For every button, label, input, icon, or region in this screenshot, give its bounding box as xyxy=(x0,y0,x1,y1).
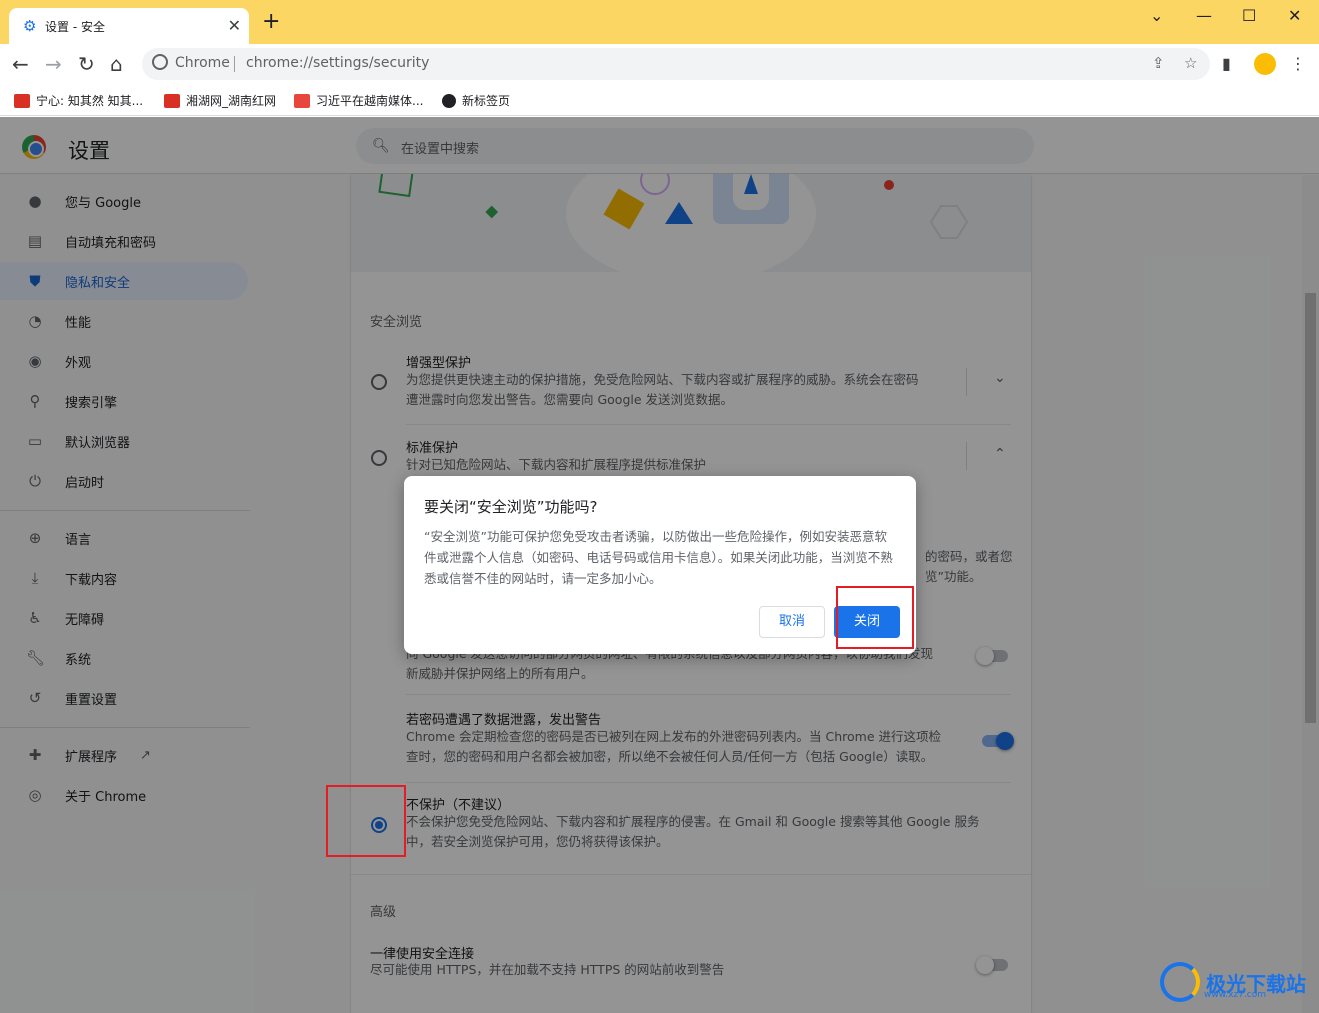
highlight-box xyxy=(326,785,406,857)
forward-icon[interactable]: → xyxy=(45,52,62,76)
dialog-title: 要关闭“安全浏览”功能吗? xyxy=(424,498,598,516)
close-window-icon[interactable]: ✕ xyxy=(1288,6,1301,25)
bookmark-label: 习近平在越南媒体... xyxy=(316,94,424,108)
bookmark-favicon-icon xyxy=(14,93,30,108)
reload-icon[interactable]: ↻ xyxy=(78,52,95,76)
close-tab-icon[interactable]: ✕ xyxy=(228,16,241,35)
avatar[interactable] xyxy=(1254,53,1276,75)
minimize-icon[interactable]: — xyxy=(1196,6,1212,25)
omnibox-label: Chrome xyxy=(175,55,230,71)
menu-icon[interactable]: ⋮ xyxy=(1290,54,1306,73)
chevron-down-icon[interactable]: ⌄ xyxy=(1150,6,1163,25)
bookmark-item[interactable]: 宁心: 知其然 知其... xyxy=(14,92,143,109)
globe-icon xyxy=(442,93,456,108)
browser-tab[interactable]: ⚙ 设置 - 安全 ✕ xyxy=(9,8,249,44)
cancel-button[interactable]: 取消 xyxy=(759,606,825,638)
bookmark-favicon-icon xyxy=(164,93,180,108)
star-icon[interactable]: ☆ xyxy=(1184,54,1197,72)
url-text[interactable]: chrome://settings/security xyxy=(246,55,429,71)
bookmark-item[interactable]: 湘湖网_湖南红网 xyxy=(164,92,276,109)
bookmark-item[interactable]: 习近平在越南媒体... xyxy=(294,92,423,109)
tab-title: 设置 - 安全 xyxy=(45,20,105,34)
bookmark-item[interactable]: 新标签页 xyxy=(442,92,510,109)
maximize-icon[interactable]: ☐ xyxy=(1242,6,1256,25)
new-tab-button[interactable]: + xyxy=(262,11,280,33)
gear-icon: ⚙ xyxy=(23,17,37,35)
bookmark-label: 湘湖网_湖南红网 xyxy=(186,94,277,108)
dialog-body: “安全浏览”功能可保护您免受攻击者诱骗，以防做出一些危险操作，例如安装恶意软件或… xyxy=(424,529,893,586)
bookmark-label: 宁心: 知其然 知其... xyxy=(36,94,144,108)
watermark-logo-icon xyxy=(1160,962,1200,1002)
side-panel-icon[interactable]: ▮ xyxy=(1222,54,1231,73)
omnibox-separator xyxy=(234,56,235,72)
bookmarks-bar: 宁心: 知其然 知其... 湘湖网_湖南红网 习近平在越南媒体... 新标签页 xyxy=(0,84,1319,116)
address-bar[interactable]: Chrome chrome://settings/security ⇪ ☆ xyxy=(142,48,1210,80)
highlight-box xyxy=(836,586,914,649)
bookmark-favicon-icon xyxy=(294,93,310,108)
chrome-icon xyxy=(152,54,168,70)
bookmark-label: 新标签页 xyxy=(462,94,511,108)
share-icon[interactable]: ⇪ xyxy=(1152,54,1165,72)
watermark-sub: www.xz7.com xyxy=(1204,990,1266,1000)
back-icon[interactable]: ← xyxy=(12,52,29,76)
title-bar: ⚙ 设置 - 安全 ✕ + ⌄ — ☐ ✕ xyxy=(0,0,1319,44)
watermark: 极光下载站 www.xz7.com xyxy=(1160,962,1306,1002)
home-icon[interactable]: ⌂ xyxy=(110,52,123,76)
